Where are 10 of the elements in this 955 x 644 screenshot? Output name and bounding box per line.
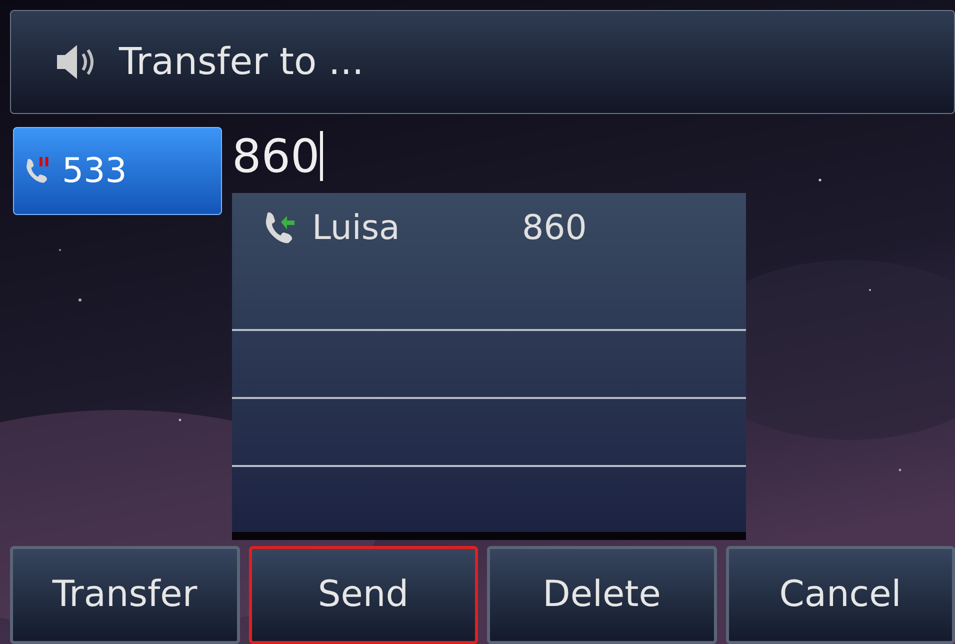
number-input[interactable]: 860 [232, 127, 746, 193]
suggestion-row[interactable]: Luisa 860 [232, 193, 746, 263]
contact-name: Luisa [312, 206, 401, 250]
contact-number: 860 [522, 206, 587, 250]
line-key[interactable]: 533 [13, 127, 222, 215]
softkey[interactable]: Transfer [10, 546, 240, 644]
softkey[interactable]: Cancel [726, 546, 955, 644]
softkey[interactable]: Delete [487, 546, 716, 644]
softkey[interactable]: Send [248, 546, 478, 644]
window-title: Transfer to ... [119, 39, 364, 86]
